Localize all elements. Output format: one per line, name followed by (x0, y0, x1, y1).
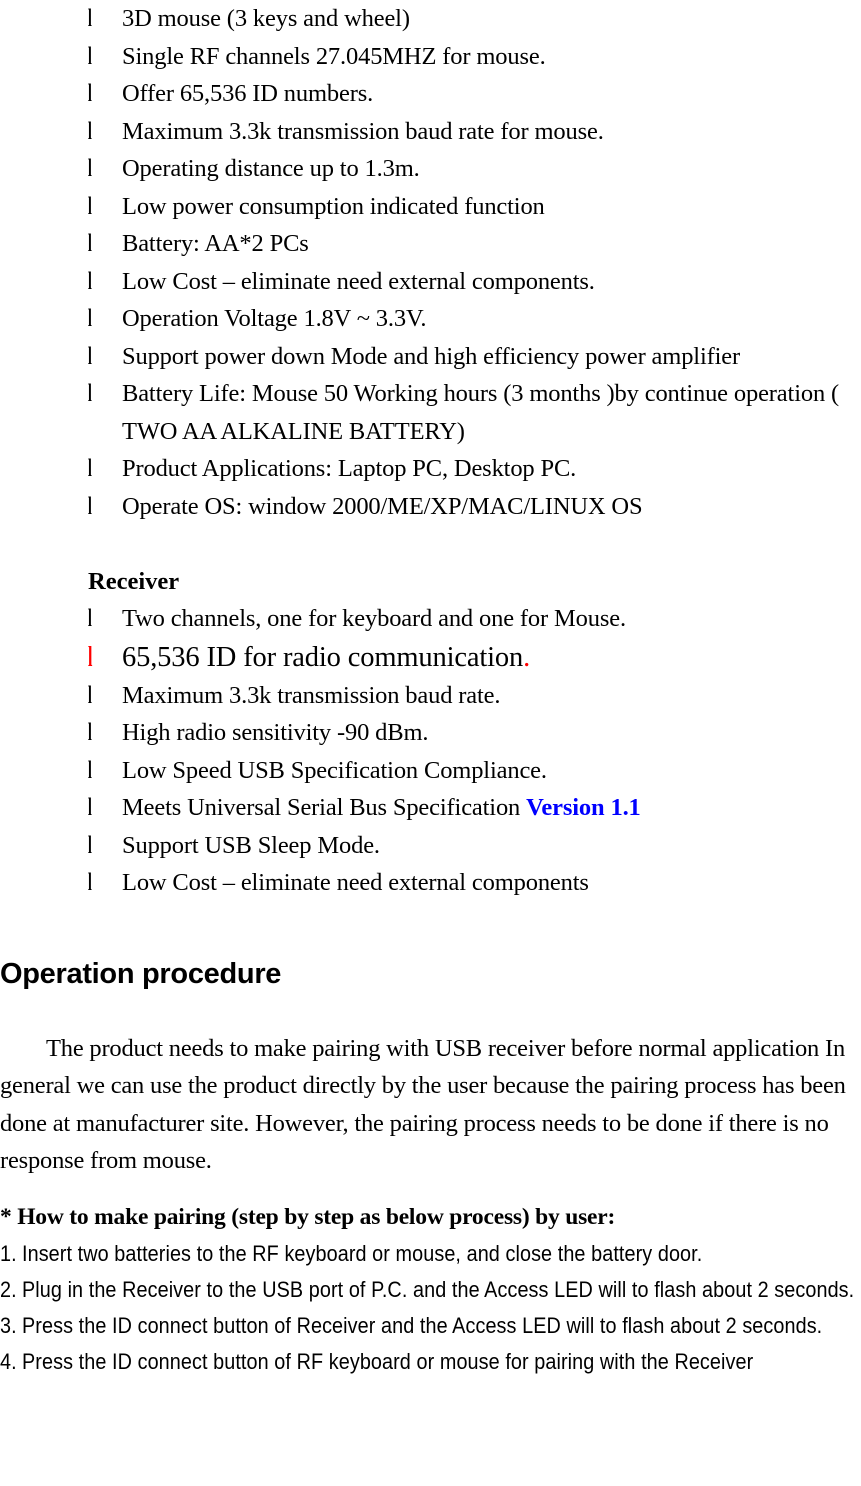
list-item: 4. Press the ID connect button of RF key… (0, 1344, 861, 1380)
list-item-text: Battery Life: Mouse 50 Working hours (3 … (122, 380, 840, 445)
list-item-text: 65,536 ID for radio communication (122, 641, 524, 673)
bullet-bar-icon: l (88, 605, 92, 632)
list-item: l Product Applications: Laptop PC, Deskt… (0, 450, 861, 488)
bullet-bar-icon: l (88, 155, 92, 182)
list-item-text: Meets Universal Serial Bus Specification (122, 794, 527, 821)
operation-paragraph: The product needs to make pairing with U… (0, 1034, 846, 1175)
list-item: l Operation Voltage 1.8V ~ 3.3V. (0, 300, 861, 338)
list-item-text: Battery: AA*2 PCs (122, 230, 309, 257)
list-item-text: Offer 65,536 ID numbers. (122, 80, 374, 107)
list-item: l Operating distance up to 1.3m. (0, 150, 861, 188)
bullet-bar-icon: l (88, 80, 92, 107)
list-item-text: Product Applications: Laptop PC, Desktop… (122, 455, 577, 482)
list-item-text: Maximum 3.3k transmission baud rate. (122, 681, 501, 709)
list-item-text: 3D mouse (3 keys and wheel) (122, 5, 410, 32)
list-item-highlighted: l 65,536 ID for radio communication. (0, 638, 861, 677)
bullet-bar-icon: l (88, 640, 93, 673)
receiver-heading: Receiver (88, 567, 180, 595)
list-item: l Battery: AA*2 PCs (0, 225, 861, 263)
list-item: l Low Cost – eliminate need external com… (0, 263, 861, 301)
list-item-text: Operating distance up to 1.3m. (122, 155, 420, 182)
bullet-bar-icon: l (88, 192, 92, 220)
list-item-text: High radio sensitivity -90 dBm. (122, 719, 429, 746)
bullet-bar-icon: l (88, 380, 92, 407)
list-item-text: Low Cost – eliminate need external compo… (122, 869, 589, 896)
list-item: l Maximum 3.3k transmission baud rate fo… (0, 113, 861, 151)
step-number: 1. (0, 1240, 17, 1266)
usb-version-emphasis: Version 1.1 (526, 794, 641, 821)
list-item: l Battery Life: Mouse 50 Working hours (… (0, 375, 861, 450)
list-item-text: Single RF channels 27.045MHZ for mouse. (122, 42, 546, 70)
list-item: l High radio sensitivity -90 dBm. (0, 714, 861, 752)
pairing-callout: * How to make pairing (step by step as b… (0, 1203, 616, 1230)
bullet-bar-icon: l (88, 681, 92, 709)
bullet-bar-icon: l (88, 756, 92, 784)
list-item-text: Support USB Sleep Mode. (122, 831, 380, 859)
document-page: l 3D mouse (3 keys and wheel) l Single R… (0, 0, 861, 1486)
list-item-text: Operation Voltage 1.8V ~ 3.3V. (122, 305, 427, 332)
step-number: 3. (0, 1312, 17, 1338)
list-item: l Single RF channels 27.045MHZ for mouse… (0, 38, 861, 76)
step-number: 2. (0, 1276, 17, 1302)
bullet-bar-icon: l (88, 117, 92, 145)
bullet-bar-icon: l (88, 305, 92, 332)
step-number: 4. (0, 1348, 17, 1374)
list-item: l Maximum 3.3k transmission baud rate. (0, 677, 861, 715)
bullet-bar-icon: l (88, 42, 92, 70)
list-item: l Operate OS: window 2000/ME/XP/MAC/LINU… (0, 488, 861, 526)
list-item: l Two channels, one for keyboard and one… (0, 600, 861, 638)
list-item: l Low Speed USB Specification Compliance… (0, 752, 861, 790)
page-title: Operation procedure (0, 957, 282, 990)
bullet-bar-icon: l (88, 5, 92, 32)
list-item-text: Low Cost – eliminate need external compo… (122, 267, 595, 295)
list-item: 1. Insert two batteries to the RF keyboa… (0, 1236, 861, 1272)
bullet-bar-icon: l (88, 492, 92, 520)
mouse-spec-list: l 3D mouse (3 keys and wheel) l Single R… (0, 0, 861, 525)
list-item: l Meets Universal Serial Bus Specificati… (0, 789, 861, 827)
accent-period: . (523, 641, 531, 673)
bullet-bar-icon: l (88, 831, 92, 859)
bullet-bar-icon: l (88, 719, 92, 746)
bullet-bar-icon: l (88, 794, 92, 821)
bullet-bar-icon: l (88, 230, 92, 257)
list-item: l Support USB Sleep Mode. (0, 827, 861, 865)
list-item: 3. Press the ID connect button of Receiv… (0, 1308, 861, 1344)
list-item: 2. Plug in the Receiver to the USB port … (0, 1272, 861, 1308)
list-item: l Offer 65,536 ID numbers. (0, 75, 861, 113)
bullet-bar-icon: l (88, 455, 92, 482)
list-item: l 3D mouse (3 keys and wheel) (0, 0, 861, 38)
bullet-bar-icon: l (88, 342, 92, 370)
list-item: l Low power consumption indicated functi… (0, 188, 861, 226)
receiver-spec-list: l Two channels, one for keyboard and one… (0, 600, 861, 902)
list-item: l Support power down Mode and high effic… (0, 338, 861, 376)
step-text: Press the ID connect button of Receiver … (22, 1312, 823, 1338)
bullet-bar-icon: l (88, 267, 92, 295)
step-text: Press the ID connect button of RF keyboa… (22, 1348, 754, 1374)
list-item-text: Operate OS: window 2000/ME/XP/MAC/LINUX … (122, 492, 643, 520)
list-item: l Low Cost – eliminate need external com… (0, 864, 861, 902)
list-item-text: Low Speed USB Specification Compliance. (122, 756, 547, 784)
bullet-bar-icon: l (88, 869, 92, 896)
step-text: Plug in the Receiver to the USB port of … (22, 1276, 855, 1302)
list-item-text: Low power consumption indicated function (122, 192, 545, 220)
list-item-text: Two channels, one for keyboard and one f… (122, 605, 626, 632)
list-item-text: Support power down Mode and high efficie… (122, 342, 741, 370)
step-text: Insert two batteries to the RF keyboard … (22, 1240, 703, 1266)
list-item-text: Maximum 3.3k transmission baud rate for … (122, 117, 604, 145)
pairing-step-list: 1. Insert two batteries to the RF keyboa… (0, 1236, 861, 1380)
